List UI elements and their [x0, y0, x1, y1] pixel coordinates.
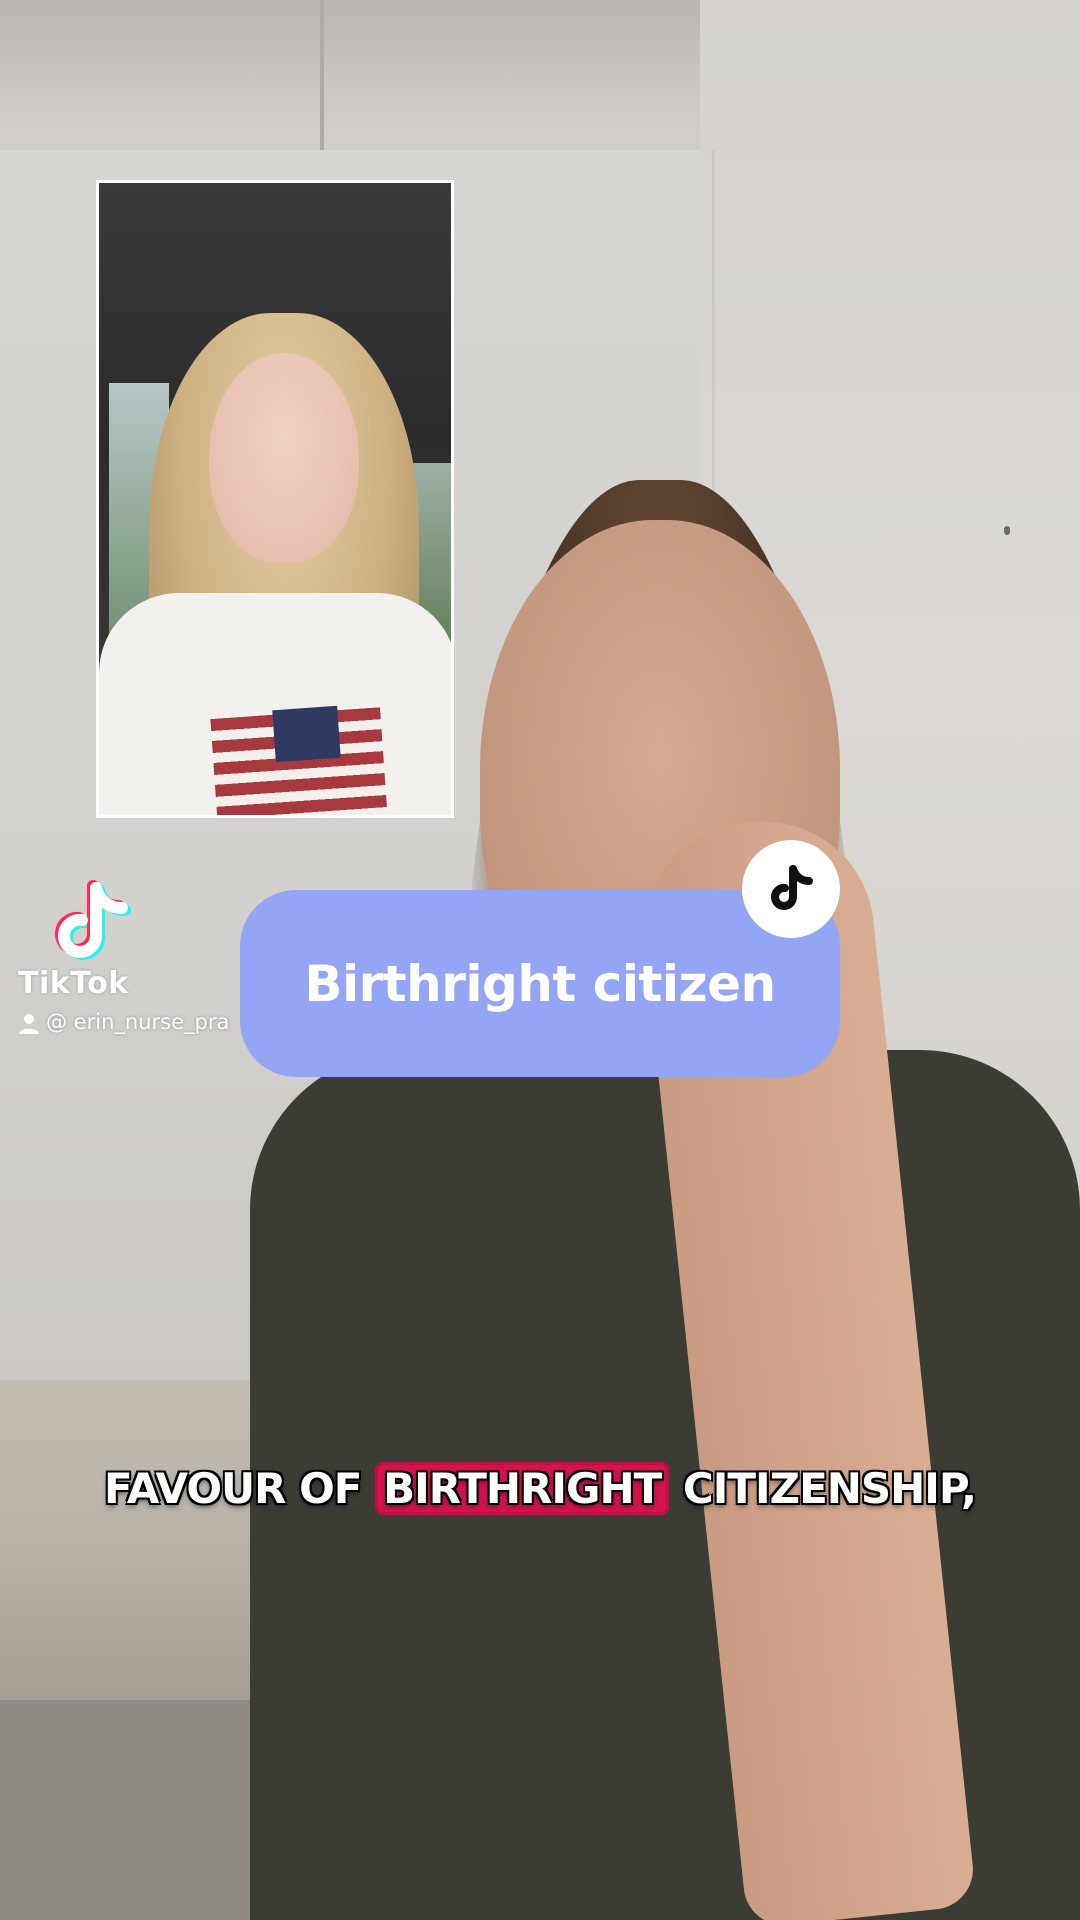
search-suggestion-bubble[interactable]: Birthright citizen [240, 890, 840, 1077]
picture-in-picture-video[interactable] [96, 180, 454, 818]
caption-before: FAVOUR OF [104, 1464, 376, 1513]
pip-flag-canton [272, 705, 341, 763]
tiktok-wordmark: TikTok [18, 966, 129, 1001]
search-suggestion-text: Birthright citizen [304, 954, 776, 1013]
creator-handle: @ erin_nurse_pra [46, 1010, 230, 1034]
subtitle-caption: FAVOUR OF BIRTHRIGHT CITIZENSHIP, [0, 1462, 1080, 1515]
user-icon [19, 1014, 39, 1034]
caption-after: CITIZENSHIP, [669, 1464, 977, 1513]
tiktok-note-icon [771, 865, 813, 910]
tiktok-badge [742, 840, 840, 938]
caption-highlight: BIRTHRIGHT [375, 1462, 670, 1515]
tiktok-watermark: TikTok @ erin_nurse_pra [18, 880, 258, 1040]
wall-mark [1004, 526, 1010, 535]
pip-person-face [209, 353, 359, 563]
tiktok-note-icon [55, 880, 131, 960]
